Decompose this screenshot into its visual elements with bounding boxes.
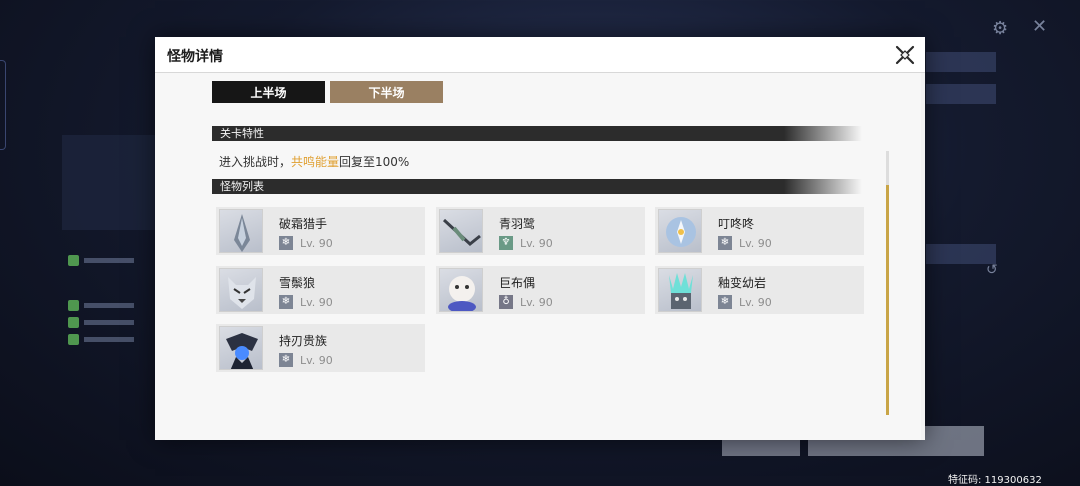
background-box [926, 52, 996, 72]
monster-name: 叮咚咚 [718, 217, 755, 231]
background-check-icon [68, 317, 79, 328]
monster-level: Lv. 90 [520, 237, 553, 250]
stage-feature-header: 关卡特性 [212, 126, 862, 141]
frost-element-icon: ❄ [279, 236, 293, 250]
monster-portrait [439, 209, 483, 253]
monster-level: Lv. 90 [739, 296, 772, 309]
background-line [84, 303, 134, 308]
dialog-header: 怪物详情 [155, 37, 925, 73]
monster-card[interactable]: 持刃贵族 ❄ Lv. 90 [216, 324, 425, 372]
dialog-body: 上半场 下半场 关卡特性 进入挑战时，共鸣能量回复至100% 怪物列表 破霜猎手… [155, 73, 921, 440]
frost-element-icon: ❄ [718, 236, 732, 250]
monster-name: 釉变幼岩 [718, 276, 767, 290]
background-settings-icon: ⚙ [992, 18, 1009, 39]
stage-text-after: 回复至100% [339, 155, 410, 169]
frost-element-icon: ❄ [279, 353, 293, 367]
monster-portrait [219, 326, 263, 370]
monster-portrait [219, 268, 263, 312]
background-line [84, 320, 134, 325]
monster-card[interactable]: 破霜猎手 ❄ Lv. 90 [216, 207, 425, 255]
feature-code: 特征码: 119300632 [948, 475, 1042, 486]
half-tabs: 上半场 下半场 [212, 81, 443, 103]
aero-element-icon: ♆ [499, 236, 513, 250]
monster-portrait [658, 268, 702, 312]
monster-card[interactable]: 雪鬃狼 ❄ Lv. 90 [216, 266, 425, 314]
frost-element-icon: ❄ [718, 295, 732, 309]
background-check-icon [68, 300, 79, 311]
monster-name: 青羽鹭 [499, 217, 536, 231]
background-box [926, 244, 996, 264]
background-right-panel: ⚙ ✕ ↺ [920, 0, 1080, 486]
stage-text-before: 进入挑战时， [219, 155, 292, 169]
monster-card[interactable]: 青羽鹭 ♆ Lv. 90 [436, 207, 645, 255]
monster-portrait [439, 268, 483, 312]
monster-name: 雪鬃狼 [279, 276, 316, 290]
background-box [926, 84, 996, 104]
tab-first-half[interactable]: 上半场 [212, 81, 325, 103]
havoc-element-icon: ♁ [499, 295, 513, 309]
background-line [84, 258, 134, 263]
background-check-icon [68, 334, 79, 345]
tab-second-half[interactable]: 下半场 [330, 81, 443, 103]
monster-level: Lv. 90 [300, 296, 333, 309]
scrollbar-thumb[interactable] [886, 185, 889, 415]
close-icon [895, 45, 915, 65]
stage-feature-text: 进入挑战时，共鸣能量回复至100% [219, 153, 409, 170]
monster-list-header: 怪物列表 [212, 179, 862, 194]
scrollbar[interactable] [886, 151, 889, 415]
close-button[interactable] [893, 43, 917, 67]
monster-portrait [219, 209, 263, 253]
monster-level: Lv. 90 [739, 237, 772, 250]
background-close-icon: ✕ [1032, 16, 1048, 37]
dialog-title: 怪物详情 [167, 49, 223, 65]
background-line [84, 337, 134, 342]
monster-card[interactable]: 釉变幼岩 ❄ Lv. 90 [655, 266, 864, 314]
monster-card[interactable]: 叮咚咚 ❄ Lv. 90 [655, 207, 864, 255]
monster-portrait [658, 209, 702, 253]
monster-name: 持刃贵族 [279, 334, 328, 348]
monster-detail-dialog: 怪物详情 上半场 下半场 关卡特性 进入挑战时，共鸣能量回复至100% 怪物列表… [155, 37, 925, 440]
monster-name: 巨布偶 [499, 276, 536, 290]
frost-element-icon: ❄ [279, 295, 293, 309]
background-edge-tab [0, 60, 6, 150]
monster-level: Lv. 90 [300, 237, 333, 250]
monster-card[interactable]: 巨布偶 ♁ Lv. 90 [436, 266, 645, 314]
monster-level: Lv. 90 [520, 296, 553, 309]
monster-level: Lv. 90 [300, 354, 333, 367]
background-check-icon [68, 255, 79, 266]
stage-text-highlight: 共鸣能量 [291, 155, 340, 169]
background-back-icon: ↺ [986, 262, 998, 278]
monster-name: 破霜猎手 [279, 217, 328, 231]
